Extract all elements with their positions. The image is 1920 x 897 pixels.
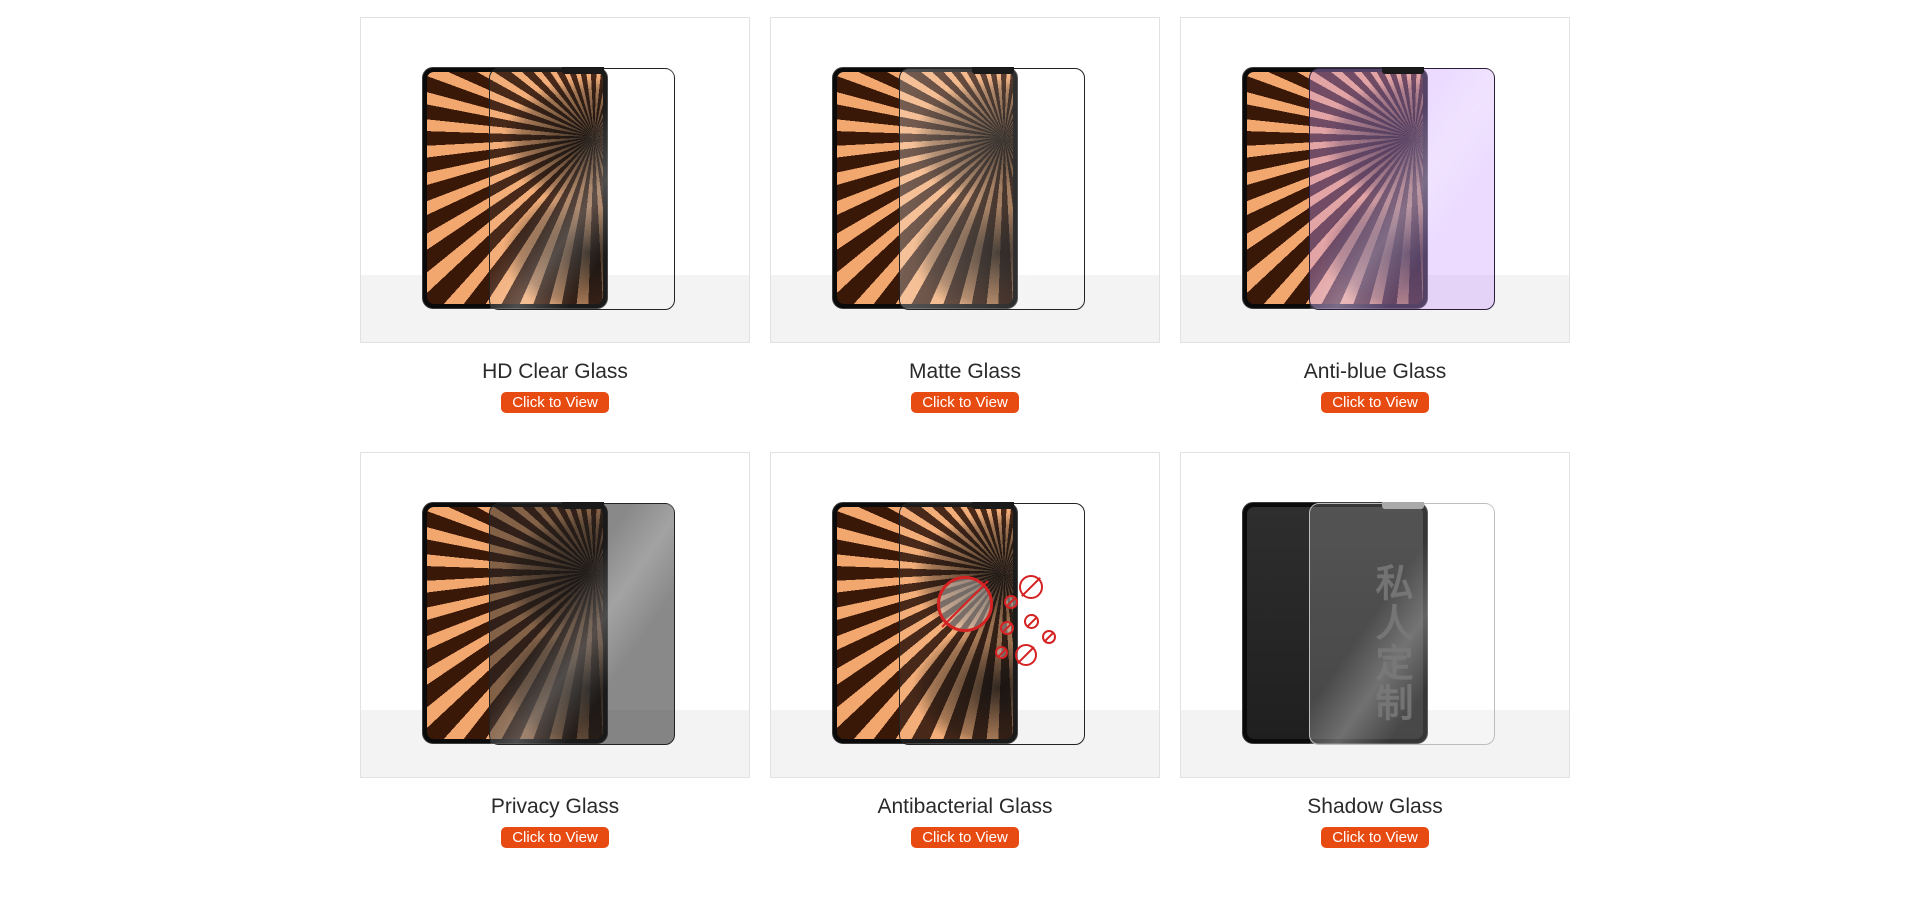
glass-protector [1309,67,1495,310]
bacteria-blocked-icon [1015,644,1037,666]
click-to-view-button[interactable]: Click to View [1321,392,1429,413]
bacteria-blocked-icon [1000,621,1014,635]
product-card-privacy: Privacy Glass Click to View [360,452,750,850]
glass-protector [489,502,675,745]
product-name[interactable]: Privacy Glass [360,795,750,819]
bacteria-blocked-icon [995,646,1008,659]
bacteria-blocked-icon [1004,595,1018,609]
click-to-view-button[interactable]: Click to View [501,827,609,848]
click-to-view-button[interactable]: Click to View [1321,827,1429,848]
product-card-shadow: 私人定制 Shadow Glass Click to View [1180,452,1570,850]
click-to-view-button[interactable]: Click to View [911,392,1019,413]
product-image[interactable] [770,17,1160,343]
click-to-view-button[interactable]: Click to View [911,827,1019,848]
product-name[interactable]: Shadow Glass [1180,795,1570,819]
product-name[interactable]: Matte Glass [770,360,1160,384]
product-card-matte: Matte Glass Click to View [770,17,1160,415]
product-grid: HD Clear Glass Click to View Matte Glass… [360,17,1570,850]
glass-protector [899,67,1085,310]
product-image[interactable] [1180,17,1570,343]
product-card-anti-blue: Anti-blue Glass Click to View [1180,17,1570,415]
product-card-hd-clear: HD Clear Glass Click to View [360,17,750,415]
product-image[interactable] [360,452,750,778]
custom-watermark: 私人定制 [1369,563,1414,723]
product-image[interactable] [770,452,1160,778]
product-image[interactable] [360,17,750,343]
bacteria-blocked-icon [1042,630,1056,644]
product-name[interactable]: Antibacterial Glass [770,795,1160,819]
product-card-antibacterial: Antibacterial Glass Click to View [770,452,1160,850]
glass-protector [899,502,1085,745]
bacteria-blocked-icon [1024,614,1039,629]
glass-protector [489,67,675,310]
product-image[interactable]: 私人定制 [1180,452,1570,778]
product-name[interactable]: HD Clear Glass [360,360,750,384]
bacteria-blocked-icon [937,576,993,632]
product-name[interactable]: Anti-blue Glass [1180,360,1570,384]
click-to-view-button[interactable]: Click to View [501,392,609,413]
bacteria-blocked-icon [1019,575,1043,599]
